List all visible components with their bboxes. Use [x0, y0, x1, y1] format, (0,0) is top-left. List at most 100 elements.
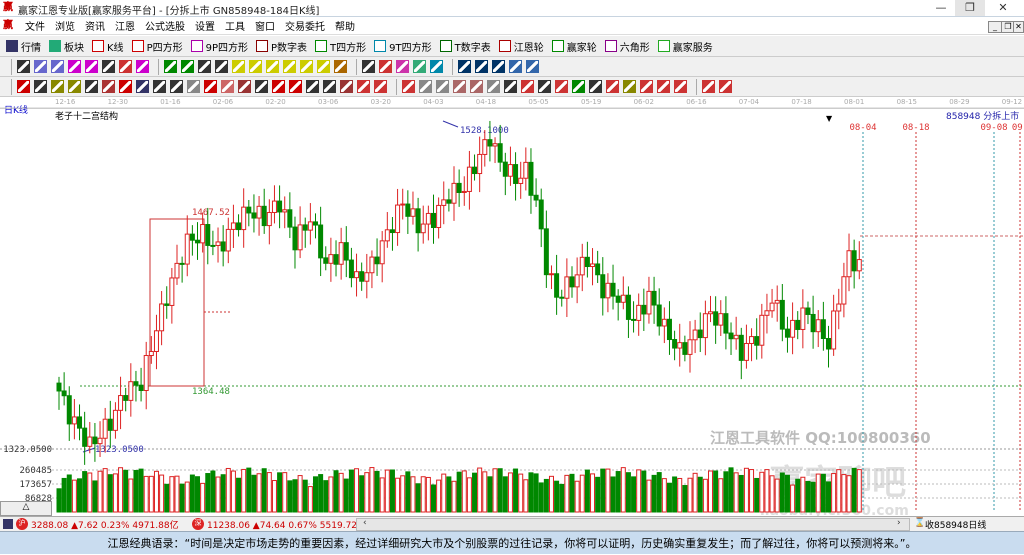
tool-icon-9[interactable] — [181, 60, 194, 73]
toolbar-button-8[interactable]: T数字表 — [439, 39, 491, 54]
toolbar-button-6[interactable]: T四方形 — [315, 39, 366, 54]
tool-icon-0[interactable] — [17, 60, 30, 73]
tool-icon-9[interactable] — [170, 80, 183, 93]
tool-icon-17[interactable] — [317, 60, 330, 73]
menu-2[interactable]: 资讯 — [85, 18, 105, 33]
tool-icon-4[interactable] — [85, 80, 98, 93]
tool-icon-2[interactable] — [51, 80, 64, 93]
tool-icon-18[interactable] — [334, 60, 347, 73]
tool-icon-6[interactable] — [119, 80, 132, 93]
dropdown-arrow-icon[interactable]: ▼ — [826, 114, 832, 123]
toolbar-button-3[interactable]: P四方形 — [131, 39, 183, 54]
mdi-minimize-button[interactable]: _ — [988, 21, 1002, 33]
tool-icon-34[interactable] — [606, 80, 619, 93]
tool-icon-8[interactable] — [164, 60, 177, 73]
toolbar-button-4[interactable]: 9P四方形 — [190, 39, 248, 54]
tool-icon-26[interactable] — [492, 60, 505, 73]
tool-icon-25[interactable] — [475, 60, 488, 73]
tool-icon-20[interactable] — [379, 60, 392, 73]
tool-icon-26[interactable] — [470, 80, 483, 93]
maximize-button[interactable]: ❐ — [955, 0, 985, 16]
menu-0[interactable]: 文件 — [25, 18, 45, 33]
menu-1[interactable]: 浏览 — [55, 18, 75, 33]
scroll-right-button[interactable]: › — [897, 518, 901, 528]
tool-icon-3[interactable] — [68, 80, 81, 93]
tool-icon-13[interactable] — [238, 80, 251, 93]
tool-icon-10[interactable] — [187, 80, 200, 93]
tool-icon-27[interactable] — [509, 60, 522, 73]
menu-3[interactable]: 江恩 — [115, 18, 135, 33]
tool-icon-3[interactable] — [68, 60, 81, 73]
tool-icon-13[interactable] — [249, 60, 262, 73]
tool-icon-20[interactable] — [357, 80, 370, 93]
tool-icon-22[interactable] — [402, 80, 415, 93]
tool-icon-5[interactable] — [102, 80, 115, 93]
toolbar-button-5[interactable]: P数字表 — [256, 39, 307, 54]
menu-6[interactable]: 工具 — [225, 18, 245, 33]
tool-icon-24[interactable] — [458, 60, 471, 73]
toolbar-button-12[interactable]: 赢家服务 — [657, 39, 713, 54]
tool-icon-30[interactable] — [538, 80, 551, 93]
tool-icon-27[interactable] — [487, 80, 500, 93]
menu-4[interactable]: 公式选股 — [145, 18, 185, 33]
tool-icon-35[interactable] — [623, 80, 636, 93]
tool-icon-1[interactable] — [34, 60, 47, 73]
tool-icon-7[interactable] — [136, 80, 149, 93]
tool-icon-17[interactable] — [306, 80, 319, 93]
tool-icon-0[interactable] — [17, 80, 30, 93]
tool-icon-19[interactable] — [362, 60, 375, 73]
menu-9[interactable]: 帮助 — [335, 18, 355, 33]
tool-icon-36[interactable] — [640, 80, 653, 93]
toolbar-button-0[interactable]: 行情 — [6, 39, 41, 54]
scroll-left-button[interactable]: ‹ — [363, 518, 367, 528]
tool-icon-40[interactable] — [719, 80, 732, 93]
tool-icon-21[interactable] — [396, 60, 409, 73]
tool-icon-12[interactable] — [221, 80, 234, 93]
tool-icon-29[interactable] — [521, 80, 534, 93]
tool-icon-5[interactable] — [102, 60, 115, 73]
toolbar-button-10[interactable]: 赢家轮 — [551, 39, 597, 54]
tool-icon-16[interactable] — [289, 80, 302, 93]
tool-icon-4[interactable] — [85, 60, 98, 73]
tool-icon-10[interactable] — [198, 60, 211, 73]
tool-icon-8[interactable] — [153, 80, 166, 93]
toolbar-button-11[interactable]: 六角形 — [604, 39, 650, 54]
tool-icon-38[interactable] — [674, 80, 687, 93]
tool-icon-31[interactable] — [555, 80, 568, 93]
mdi-close-button[interactable]: ✕ — [1013, 21, 1024, 33]
tool-icon-28[interactable] — [504, 80, 517, 93]
tool-icon-1[interactable] — [34, 80, 47, 93]
toolbar-button-1[interactable]: 板块 — [49, 39, 84, 54]
toolbar-button-2[interactable]: K线 — [92, 39, 124, 54]
tool-icon-23[interactable] — [430, 60, 443, 73]
tool-icon-21[interactable] — [374, 80, 387, 93]
tool-icon-24[interactable] — [436, 80, 449, 93]
tool-icon-19[interactable] — [340, 80, 353, 93]
tool-icon-39[interactable] — [702, 80, 715, 93]
toolbar-button-7[interactable]: 9T四方形 — [374, 39, 432, 54]
tool-icon-7[interactable] — [136, 60, 149, 73]
tool-icon-37[interactable] — [657, 80, 670, 93]
menu-5[interactable]: 设置 — [195, 18, 215, 33]
tool-icon-15[interactable] — [272, 80, 285, 93]
tool-icon-11[interactable] — [215, 60, 228, 73]
tool-icon-28[interactable] — [526, 60, 539, 73]
tool-icon-16[interactable] — [300, 60, 313, 73]
panel-tab[interactable]: △ — [0, 501, 52, 516]
tool-icon-14[interactable] — [255, 80, 268, 93]
tool-icon-12[interactable] — [232, 60, 245, 73]
tool-icon-25[interactable] — [453, 80, 466, 93]
tool-icon-18[interactable] — [323, 80, 336, 93]
tool-icon-6[interactable] — [119, 60, 132, 73]
tool-icon-15[interactable] — [283, 60, 296, 73]
tool-icon-32[interactable] — [572, 80, 585, 93]
tool-icon-33[interactable] — [589, 80, 602, 93]
tool-icon-14[interactable] — [266, 60, 279, 73]
horizontal-scrollbar[interactable]: ‹ › — [356, 518, 910, 531]
menu-8[interactable]: 交易委托 — [285, 18, 325, 33]
minimize-button[interactable]: — — [926, 0, 956, 16]
menu-7[interactable]: 窗口 — [255, 18, 275, 33]
tool-icon-2[interactable] — [51, 60, 64, 73]
tool-icon-11[interactable] — [204, 80, 217, 93]
tool-icon-23[interactable] — [419, 80, 432, 93]
